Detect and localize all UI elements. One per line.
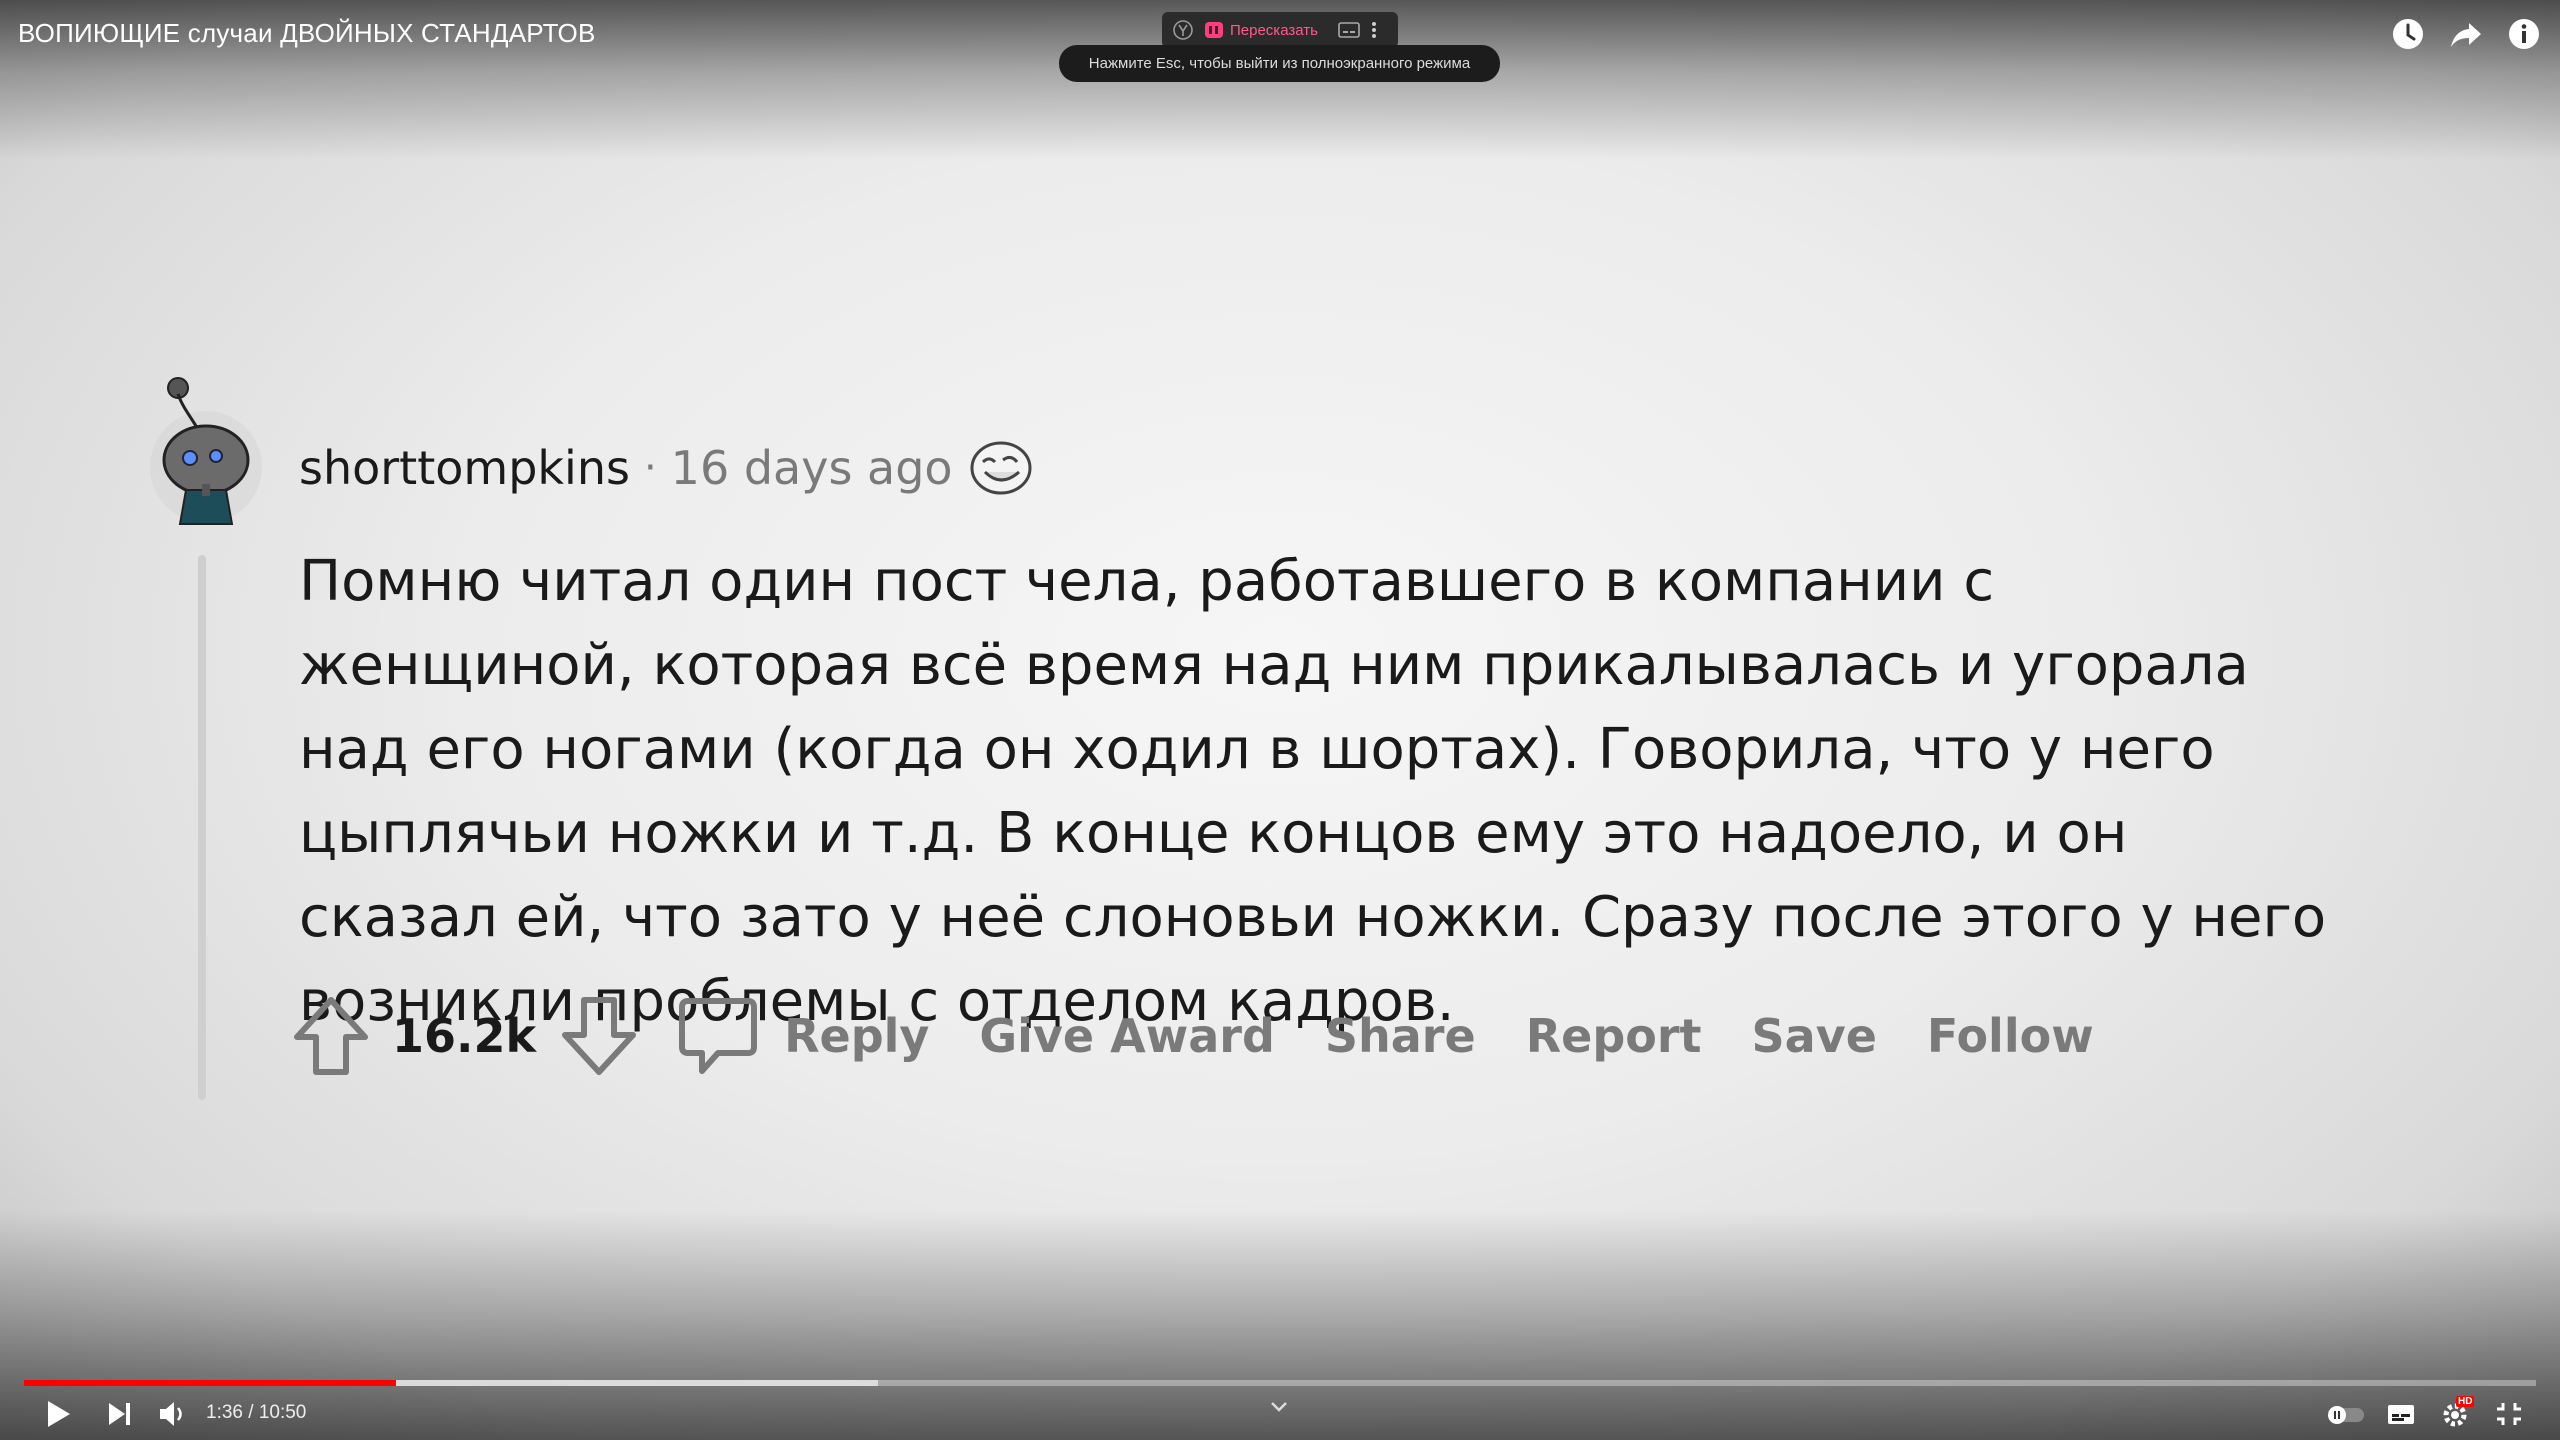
vote-score: 16.2k <box>392 1009 537 1063</box>
avatar <box>150 377 262 525</box>
give-award-button[interactable]: Give Award <box>979 1009 1274 1063</box>
comment-header: shorttompkins · 16 days ago <box>299 440 1033 496</box>
yandex-logo-icon[interactable] <box>1172 19 1194 41</box>
play-icon[interactable] <box>44 1398 72 1430</box>
more-menu-icon[interactable] <box>1370 20 1378 40</box>
video-title[interactable]: ВОПИЮЩИЕ случаи ДВОЙНЫХ СТАНДАРТОВ <box>18 18 596 49</box>
info-button[interactable] <box>2506 16 2542 52</box>
browser-video-toolbar: Пересказать <box>1162 12 1398 48</box>
time-display: 1:36 / 10:50 <box>206 1402 307 1423</box>
fullscreen-exit-hint: Нажмите Esc, чтобы выйти из полноэкранно… <box>1059 45 1500 82</box>
comment-actions: 16.2k Reply Give Award Share Report Save… <box>292 995 2094 1077</box>
player-controls: 1:36 / 10:50 HD <box>0 1392 2560 1436</box>
retell-icon <box>1205 22 1223 38</box>
progress-bar[interactable] <box>24 1380 2536 1386</box>
save-button[interactable]: Save <box>1752 1009 1877 1063</box>
comment-bubble-icon[interactable] <box>678 995 758 1077</box>
exit-fullscreen-icon[interactable] <box>2494 1398 2524 1430</box>
progress-played <box>24 1380 396 1386</box>
chevron-down-icon[interactable] <box>1268 1396 1290 1418</box>
info-icon <box>2509 19 2539 49</box>
follow-button[interactable]: Follow <box>1927 1009 2094 1063</box>
subtitles-translate-icon[interactable] <box>1338 21 1360 39</box>
downvote-icon[interactable] <box>560 995 638 1077</box>
report-button[interactable]: Report <box>1526 1009 1702 1063</box>
separator-dot: · <box>643 445 657 491</box>
volume-icon[interactable] <box>158 1398 188 1430</box>
top-right-controls <box>2390 16 2542 52</box>
retell-button[interactable]: Пересказать <box>1204 21 1318 39</box>
retell-label: Пересказать <box>1230 21 1318 39</box>
share-button[interactable] <box>2448 16 2484 52</box>
username[interactable]: shorttompkins <box>299 441 630 495</box>
autoplay-toggle-icon[interactable] <box>2326 1398 2366 1430</box>
share-arrow-icon <box>2451 23 2481 47</box>
clock-icon <box>2393 19 2423 49</box>
hd-badge: HD <box>2456 1396 2475 1407</box>
comment-age[interactable]: 16 days ago <box>671 441 953 495</box>
subtitles-icon[interactable] <box>2386 1398 2416 1430</box>
share-comment-button[interactable]: Share <box>1325 1009 1476 1063</box>
reply-button[interactable]: Reply <box>784 1009 929 1063</box>
comment-text: Помню читал один пост чела, работавшего … <box>299 549 2327 1034</box>
upvote-icon[interactable] <box>292 995 370 1077</box>
next-icon[interactable] <box>106 1398 134 1430</box>
thread-line[interactable] <box>198 555 206 1100</box>
awesome-face-award-icon <box>970 441 1032 495</box>
settings-button[interactable]: HD <box>2440 1396 2476 1430</box>
watch-later-button[interactable] <box>2390 16 2426 52</box>
